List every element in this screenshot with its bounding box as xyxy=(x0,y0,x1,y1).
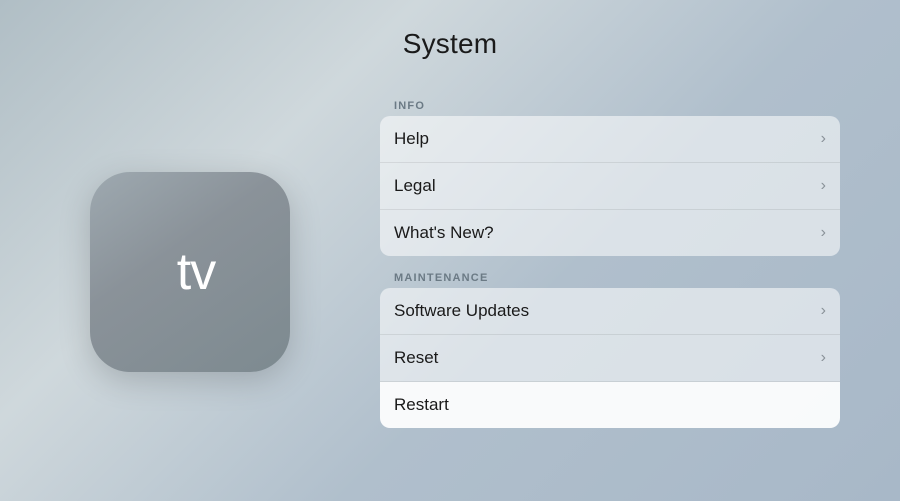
menu-item-label-whats-new: What's New? xyxy=(394,223,494,243)
menu-item-label-help: Help xyxy=(394,129,429,149)
menu-panel: INFO Help › Legal › What's New? › MAINTE… xyxy=(380,100,840,444)
menu-item-restart[interactable]: Restart xyxy=(380,382,840,428)
menu-item-label-software-updates: Software Updates xyxy=(394,301,529,321)
section-label-maintenance: MAINTENANCE xyxy=(380,272,840,284)
menu-item-label-legal: Legal xyxy=(394,176,436,196)
menu-item-help[interactable]: Help › xyxy=(380,116,840,163)
menu-group-maintenance: Software Updates › Reset › Restart xyxy=(380,288,840,428)
menu-item-label-restart: Restart xyxy=(394,395,449,415)
page-title: System xyxy=(403,28,498,60)
menu-item-reset[interactable]: Reset › xyxy=(380,335,840,382)
chevron-icon-reset: › xyxy=(821,349,826,367)
chevron-icon-whats-new: › xyxy=(821,224,826,242)
chevron-icon-software-updates: › xyxy=(821,302,826,320)
content-area: tv INFO Help › Legal › What's New? › MAI… xyxy=(0,100,900,444)
menu-item-label-reset: Reset xyxy=(394,348,438,368)
appletv-icon-container: tv xyxy=(60,172,320,372)
menu-group-info: Help › Legal › What's New? › xyxy=(380,116,840,256)
tv-text: tv xyxy=(177,242,215,302)
appletv-icon: tv xyxy=(90,172,290,372)
menu-item-software-updates[interactable]: Software Updates › xyxy=(380,288,840,335)
section-label-info: INFO xyxy=(380,100,840,112)
menu-item-whats-new[interactable]: What's New? › xyxy=(380,210,840,256)
menu-item-legal[interactable]: Legal › xyxy=(380,163,840,210)
chevron-icon-help: › xyxy=(821,130,826,148)
chevron-icon-legal: › xyxy=(821,177,826,195)
